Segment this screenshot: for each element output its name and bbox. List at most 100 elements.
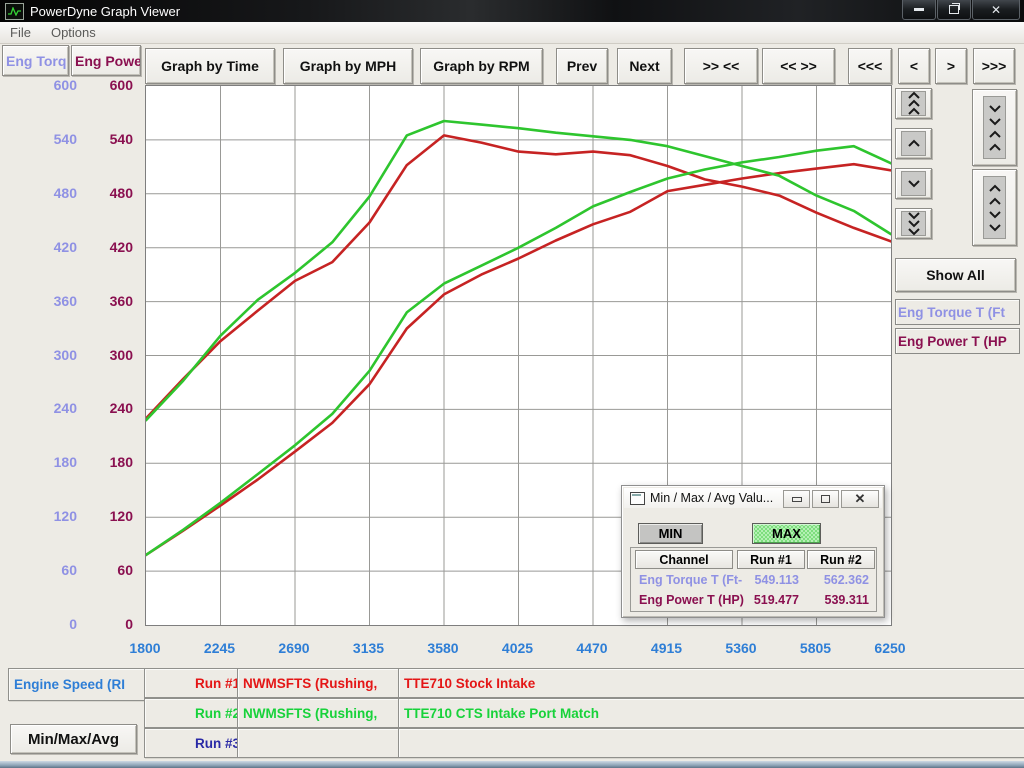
column-header-run1[interactable]: Run #1 bbox=[737, 550, 805, 569]
torque-y-tick-label: 0 bbox=[35, 616, 77, 632]
rpm-x-tick-label: 2245 bbox=[204, 640, 235, 656]
run2-source-box: NWMSFTS (Rushing, bbox=[237, 698, 403, 728]
power-channel-label: Eng Power T (HP bbox=[895, 328, 1020, 354]
torque-y-tick-label: 240 bbox=[35, 400, 77, 416]
powerdyne-window: PowerDyne Graph Viewer ✕ File Options En… bbox=[0, 0, 1024, 768]
torque-run2-max-value: 562.362 bbox=[807, 573, 869, 587]
torque-y-tick-label: 480 bbox=[35, 185, 77, 201]
minmax-window-title: Min / Max / Avg Valu... bbox=[650, 491, 773, 505]
zoom-out-x-button[interactable]: << >> bbox=[762, 48, 835, 84]
window-bottom-frame bbox=[0, 761, 1024, 768]
min-tab-button[interactable]: MIN bbox=[638, 523, 703, 544]
power-y-tick-label: 240 bbox=[91, 400, 133, 416]
rpm-x-tick-label: 3580 bbox=[427, 640, 458, 656]
torque-y-tick-label: 60 bbox=[35, 562, 77, 578]
window-title: PowerDyne Graph Viewer bbox=[30, 4, 180, 19]
power-y-tick-label: 420 bbox=[91, 239, 133, 255]
power-y-tick-label: 480 bbox=[91, 185, 133, 201]
chevron-down-triple-icon bbox=[901, 211, 926, 236]
torque-row-label: Eng Torque T (Ft- bbox=[639, 573, 742, 587]
minimize-icon bbox=[914, 8, 924, 11]
title-bar[interactable]: PowerDyne Graph Viewer ✕ bbox=[0, 0, 1024, 22]
chevron-up-triple-icon bbox=[901, 91, 926, 116]
run2-label-box: Run #2 bbox=[144, 698, 246, 728]
rpm-x-tick-label: 2690 bbox=[278, 640, 309, 656]
run1-source-box: NWMSFTS (Rushing, bbox=[237, 668, 403, 698]
scroll-down-fast-button[interactable] bbox=[895, 208, 932, 239]
pan-right-fast-button[interactable]: >>> bbox=[973, 48, 1015, 84]
power-y-tick-label: 0 bbox=[91, 616, 133, 632]
rpm-x-tick-label: 5805 bbox=[800, 640, 831, 656]
torque-channel-label: Eng Torque T (Ft bbox=[895, 299, 1020, 325]
column-header-run2[interactable]: Run #2 bbox=[807, 550, 875, 569]
minmax-close-button[interactable]: ✕ bbox=[841, 490, 879, 508]
scroll-down-button[interactable] bbox=[895, 168, 932, 199]
rpm-x-tick-label: 5360 bbox=[725, 640, 756, 656]
show-all-button[interactable]: Show All bbox=[895, 258, 1016, 292]
close-icon: ✕ bbox=[991, 4, 1001, 16]
close-icon: ✕ bbox=[855, 491, 866, 507]
minmax-minimize-button[interactable] bbox=[783, 490, 810, 508]
run2-description-box: TTE710 CTS Intake Port Match bbox=[398, 698, 1024, 728]
maximize-icon bbox=[821, 495, 830, 503]
rpm-x-tick-label: 4915 bbox=[651, 640, 682, 656]
power-y-tick-label: 360 bbox=[91, 293, 133, 309]
next-button[interactable]: Next bbox=[617, 48, 672, 84]
power-y-tick-label: 600 bbox=[91, 77, 133, 93]
zoom-out-y-button[interactable] bbox=[972, 169, 1017, 246]
torque-y-tick-label: 600 bbox=[35, 77, 77, 93]
run3-source-box bbox=[237, 728, 403, 758]
power-y-tick-label: 540 bbox=[91, 131, 133, 147]
run3-label-box: Run #3 bbox=[144, 728, 246, 758]
run3-description-box bbox=[398, 728, 1024, 758]
prev-button[interactable]: Prev bbox=[556, 48, 608, 84]
maximize-icon bbox=[949, 5, 959, 14]
eng-power-axis-button[interactable]: Eng Powe bbox=[71, 45, 141, 76]
max-tab-button[interactable]: MAX bbox=[752, 523, 821, 544]
menu-file[interactable]: File bbox=[0, 22, 41, 43]
scroll-up-button[interactable] bbox=[895, 128, 932, 159]
torque-y-tick-label: 360 bbox=[35, 293, 77, 309]
graph-by-rpm-button[interactable]: Graph by RPM bbox=[420, 48, 543, 84]
run1-label-box: Run #1 bbox=[144, 668, 246, 698]
power-y-tick-label: 180 bbox=[91, 454, 133, 470]
minmax-table: Channel Run #1 Run #2 Eng Torque T (Ft- … bbox=[630, 547, 877, 612]
pan-left-fast-button[interactable]: <<< bbox=[848, 48, 892, 84]
power-run1-max-value: 519.477 bbox=[737, 593, 799, 607]
chevrons-collapse-vertical-icon bbox=[983, 96, 1006, 159]
maximize-button[interactable] bbox=[937, 0, 971, 20]
minimize-button[interactable] bbox=[902, 0, 936, 20]
torque-y-tick-label: 120 bbox=[35, 508, 77, 524]
pan-left-button[interactable]: < bbox=[898, 48, 930, 84]
zoom-in-y-button[interactable] bbox=[972, 89, 1017, 166]
power-run2-max-value: 539.311 bbox=[807, 593, 869, 607]
eng-torque-axis-button[interactable]: Eng Torq bbox=[2, 45, 69, 76]
minmax-window-icon bbox=[630, 492, 645, 505]
minmax-avg-button[interactable]: Min/Max/Avg bbox=[10, 724, 137, 754]
rpm-x-tick-label: 6250 bbox=[874, 640, 905, 656]
menu-bar: File Options bbox=[0, 22, 1024, 44]
chevron-up-icon bbox=[901, 131, 926, 156]
run1-description-box: TTE710 Stock Intake bbox=[398, 668, 1024, 698]
power-row-label: Eng Power T (HP) bbox=[639, 593, 744, 607]
minmax-maximize-button[interactable] bbox=[812, 490, 839, 508]
minmax-window-title-bar[interactable]: Min / Max / Avg Valu... ✕ bbox=[624, 488, 882, 508]
power-y-tick-label: 60 bbox=[91, 562, 133, 578]
app-icon bbox=[5, 3, 24, 20]
torque-y-tick-label: 540 bbox=[35, 131, 77, 147]
menu-options[interactable]: Options bbox=[41, 22, 106, 43]
pan-right-button[interactable]: > bbox=[935, 48, 967, 84]
close-button[interactable]: ✕ bbox=[972, 0, 1020, 20]
rpm-x-tick-label: 4470 bbox=[576, 640, 607, 656]
scroll-up-fast-button[interactable] bbox=[895, 88, 932, 119]
power-y-tick-label: 120 bbox=[91, 508, 133, 524]
graph-by-time-button[interactable]: Graph by Time bbox=[145, 48, 275, 84]
power-y-tick-label: 300 bbox=[91, 347, 133, 363]
torque-y-tick-label: 420 bbox=[35, 239, 77, 255]
torque-y-tick-label: 300 bbox=[35, 347, 77, 363]
rpm-x-tick-label: 3135 bbox=[353, 640, 384, 656]
column-header-channel[interactable]: Channel bbox=[635, 550, 733, 569]
zoom-in-x-button[interactable]: >> << bbox=[684, 48, 758, 84]
graph-by-mph-button[interactable]: Graph by MPH bbox=[283, 48, 413, 84]
torque-y-tick-label: 180 bbox=[35, 454, 77, 470]
